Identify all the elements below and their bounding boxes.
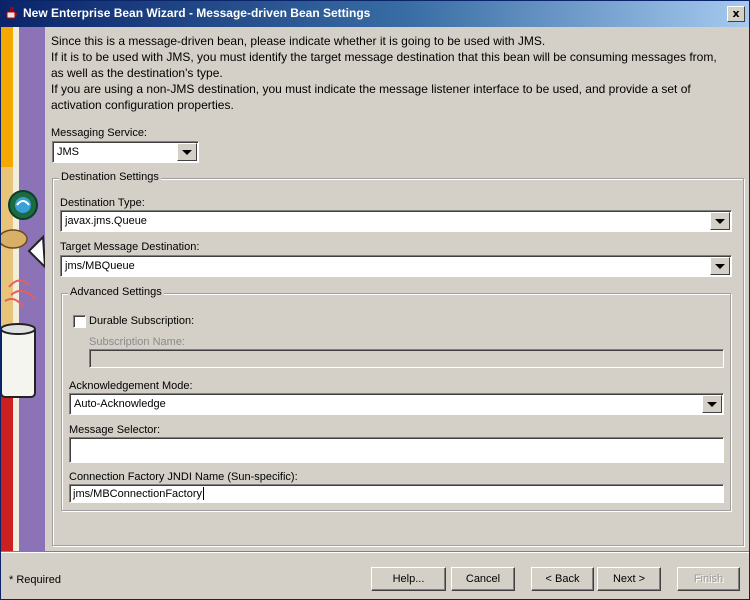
target-destination-select[interactable]: jms/MBQueue [60,255,732,277]
back-button[interactable]: < Back [531,567,594,591]
subscription-name-label: Subscription Name: [89,336,185,348]
durable-subscription-label[interactable]: Durable Subscription: [89,315,194,327]
target-destination-label: Target Message Destination: [60,241,200,253]
intro-text: Since this is a message-driven bean, ple… [51,33,741,113]
subscription-name-field[interactable] [89,349,724,368]
intro-line: If it is to be used with JMS, you must i… [51,50,717,64]
chevron-down-icon[interactable] [710,212,730,230]
message-selector-label: Message Selector: [69,424,161,436]
text-caret [203,487,204,500]
wizard-illustration-icon [1,27,45,551]
messaging-service-select[interactable]: JMS [52,141,199,163]
title-bar[interactable]: New Enterprise Bean Wizard - Message-dri… [1,1,749,27]
chevron-down-icon[interactable] [710,257,730,275]
acknowledgement-mode-value: Auto-Acknowledge [74,398,166,410]
close-button[interactable]: x [727,6,745,22]
chevron-down-icon[interactable] [177,143,197,161]
intro-line: If you are using a non-JMS destination, … [51,82,691,96]
intro-line: as well as the destination's type. [51,66,223,80]
help-button[interactable]: Help... [371,567,446,591]
message-selector-field[interactable] [69,437,724,463]
messaging-service-value: JMS [57,146,79,158]
footer-separator [1,551,749,553]
durable-subscription-checkbox[interactable] [73,315,86,328]
destination-type-label: Destination Type: [60,197,145,209]
wizard-window: New Enterprise Bean Wizard - Message-dri… [0,0,750,600]
wizard-content: Since this is a message-driven bean, ple… [47,27,749,551]
destination-type-value: javax.jms.Queue [65,215,147,227]
intro-line: activation configuration properties. [51,98,234,112]
window-title: New Enterprise Bean Wizard - Message-dri… [23,6,371,20]
destination-settings-legend: Destination Settings [59,171,161,183]
connection-factory-value: jms/MBConnectionFactory [73,485,204,502]
messaging-service-label: Messaging Service: [51,127,147,139]
target-destination-value: jms/MBQueue [65,260,135,272]
connection-factory-field[interactable]: jms/MBConnectionFactory [69,484,724,503]
required-note: * Required [9,574,61,586]
next-button[interactable]: Next > [597,567,661,591]
connection-factory-label: Connection Factory JNDI Name (Sun-specif… [69,471,298,483]
chevron-down-icon[interactable] [702,395,722,413]
advanced-settings-legend: Advanced Settings [68,286,164,298]
destination-type-select[interactable]: javax.jms.Queue [60,210,732,232]
java-cup-icon [6,6,17,19]
cancel-button[interactable]: Cancel [451,567,515,591]
wizard-side-graphic [1,27,45,551]
intro-line: Since this is a message-driven bean, ple… [51,34,546,48]
acknowledgement-mode-label: Acknowledgement Mode: [69,380,193,392]
acknowledgement-mode-select[interactable]: Auto-Acknowledge [69,393,724,415]
finish-button[interactable]: Finish [677,567,740,591]
connection-factory-text: jms/MBConnectionFactory [73,487,202,500]
